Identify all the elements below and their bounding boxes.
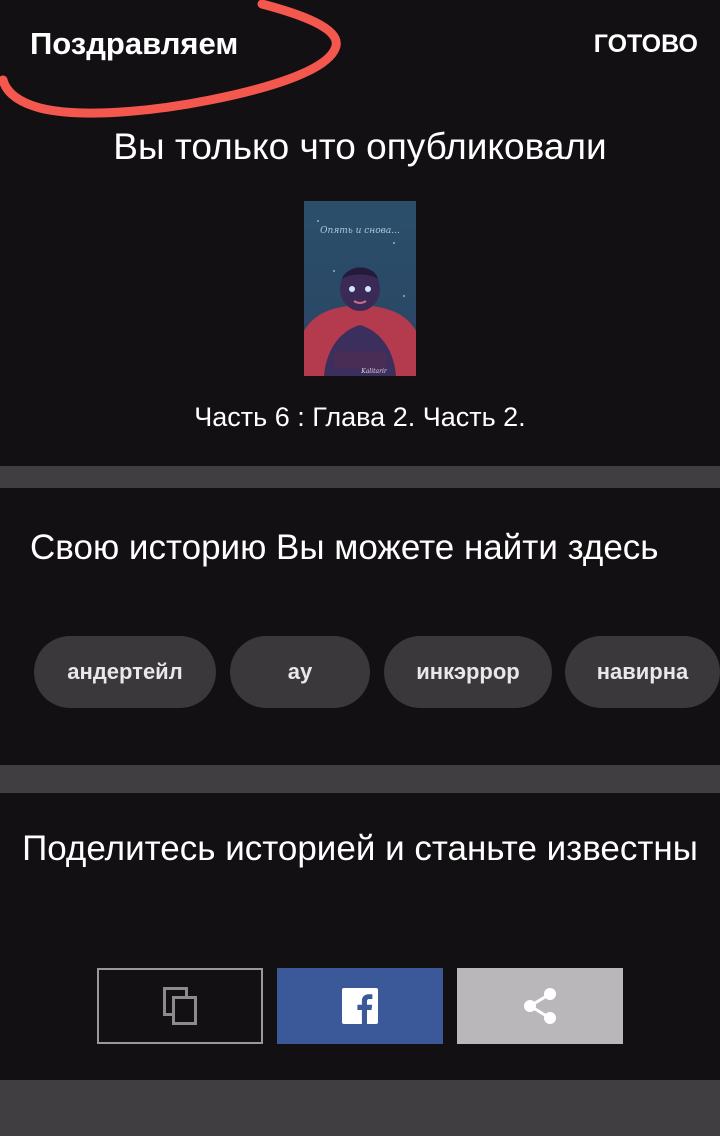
section-divider bbox=[0, 466, 720, 488]
cover-author: Kalitarir bbox=[360, 368, 388, 375]
cover-title: Опять и снова... bbox=[320, 226, 400, 236]
section-divider bbox=[0, 765, 720, 793]
app-header: Поздравляем ГОТОВО bbox=[0, 0, 720, 90]
published-heading: Вы только что опубликовали bbox=[113, 126, 607, 167]
facebook-share-button[interactable] bbox=[277, 968, 443, 1044]
more-share-button[interactable] bbox=[457, 968, 623, 1044]
copy-icon bbox=[163, 987, 197, 1025]
tag-list: андертейл ау инкэррор навирна bbox=[34, 636, 720, 708]
tag-chip[interactable]: навирна bbox=[565, 636, 720, 708]
share-heading: Поделитесь историей и станьте известны bbox=[22, 829, 698, 868]
find-story-heading: Свою историю Вы можете найти здесь bbox=[30, 528, 659, 567]
tag-chip[interactable]: андертейл bbox=[34, 636, 216, 708]
bottom-bar bbox=[0, 1080, 720, 1136]
facebook-icon bbox=[342, 988, 378, 1024]
tag-chip[interactable]: инкэррор bbox=[384, 636, 552, 708]
tag-chip[interactable]: ау bbox=[230, 636, 370, 708]
done-button[interactable]: ГОТОВО bbox=[594, 30, 698, 59]
book-cover-image: Опять и снова... Kalitarir bbox=[304, 201, 416, 376]
part-title: Часть 6 : Глава 2. Часть 2. bbox=[194, 402, 526, 432]
congrats-title: Поздравляем bbox=[30, 26, 239, 61]
share-icon bbox=[524, 988, 556, 1024]
copy-link-button[interactable] bbox=[97, 968, 263, 1044]
